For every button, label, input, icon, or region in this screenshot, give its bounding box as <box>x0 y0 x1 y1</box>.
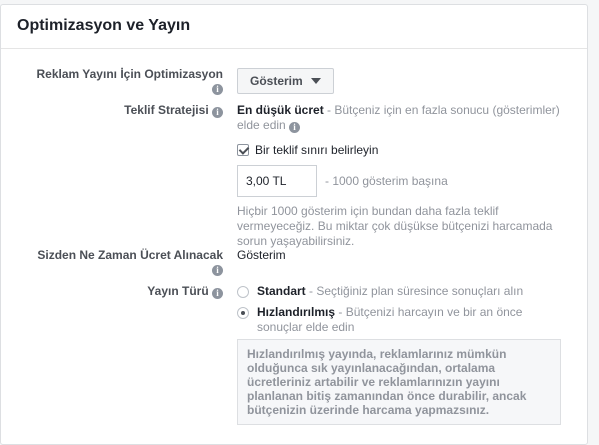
charge-value: Gösterim <box>237 248 286 262</box>
delivery-option-title: Hızlandırılmış <box>257 305 336 319</box>
panel-title: Optimizasyon ve Yayın <box>1 5 587 49</box>
bid-cap-checkbox-row[interactable]: Bir teklif sınırı belirleyin <box>237 143 567 158</box>
delivery-type-label: Yayın Türü i <box>147 284 223 299</box>
bid-strategy-label: Teklif Stratejisi i <box>124 103 223 118</box>
bid-cap-input[interactable] <box>237 165 317 197</box>
bid-strategy-value: En düşük ücret - Bütçeniz için en fazla … <box>237 103 567 133</box>
bid-cap-checkbox-label: Bir teklif sınırı belirleyin <box>255 143 379 157</box>
radio-standard[interactable] <box>237 286 249 298</box>
delivery-type-label-text: Yayın Türü <box>147 284 209 298</box>
info-icon[interactable]: i <box>212 265 223 276</box>
delivery-option-desc: - Seçtiğiniz plan süresince sonuçları al… <box>305 284 524 298</box>
delivery-option-title: Standart <box>257 284 306 298</box>
page-margin <box>588 0 599 445</box>
delivery-option-standard[interactable]: Standart - Seçtiğiniz plan süresince son… <box>237 284 567 299</box>
bid-strategy-name: En düşük ücret <box>237 103 324 117</box>
bid-cap-help-text: Hiçbir 1000 gösterim için bundan daha fa… <box>237 204 553 248</box>
info-icon[interactable]: i <box>212 288 223 299</box>
info-icon[interactable]: i <box>289 122 301 133</box>
delivery-option-accelerated[interactable]: Hızlandırılmış - Bütçenizi harcayın ve b… <box>237 305 567 335</box>
accelerated-note: Hızlandırılmış yayında, reklamlarınız mü… <box>237 339 561 425</box>
optimization-label: Reklam Yayını İçin Optimizasyon i <box>36 67 223 95</box>
caret-down-icon <box>310 78 321 84</box>
radio-accelerated[interactable] <box>237 307 249 319</box>
charge-label: Sizden Ne Zaman Ücret Alınacak i <box>37 248 223 276</box>
info-icon[interactable]: i <box>212 107 223 118</box>
optimization-dropdown[interactable]: Gösterim <box>237 68 334 94</box>
info-icon[interactable]: i <box>212 84 223 95</box>
optimization-dropdown-label: Gösterim <box>250 73 303 88</box>
bid-strategy-label-text: Teklif Stratejisi <box>124 103 209 117</box>
bid-cap-checkbox[interactable] <box>237 144 249 156</box>
optimization-delivery-panel: Optimizasyon ve Yayın Reklam Yayını İçin… <box>0 4 588 445</box>
charge-label-text: Sizden Ne Zaman Ücret Alınacak <box>37 248 223 262</box>
bid-cap-suffix: - 1000 gösterim başına <box>325 173 448 188</box>
optimization-label-text: Reklam Yayını İçin Optimizasyon <box>36 67 223 81</box>
